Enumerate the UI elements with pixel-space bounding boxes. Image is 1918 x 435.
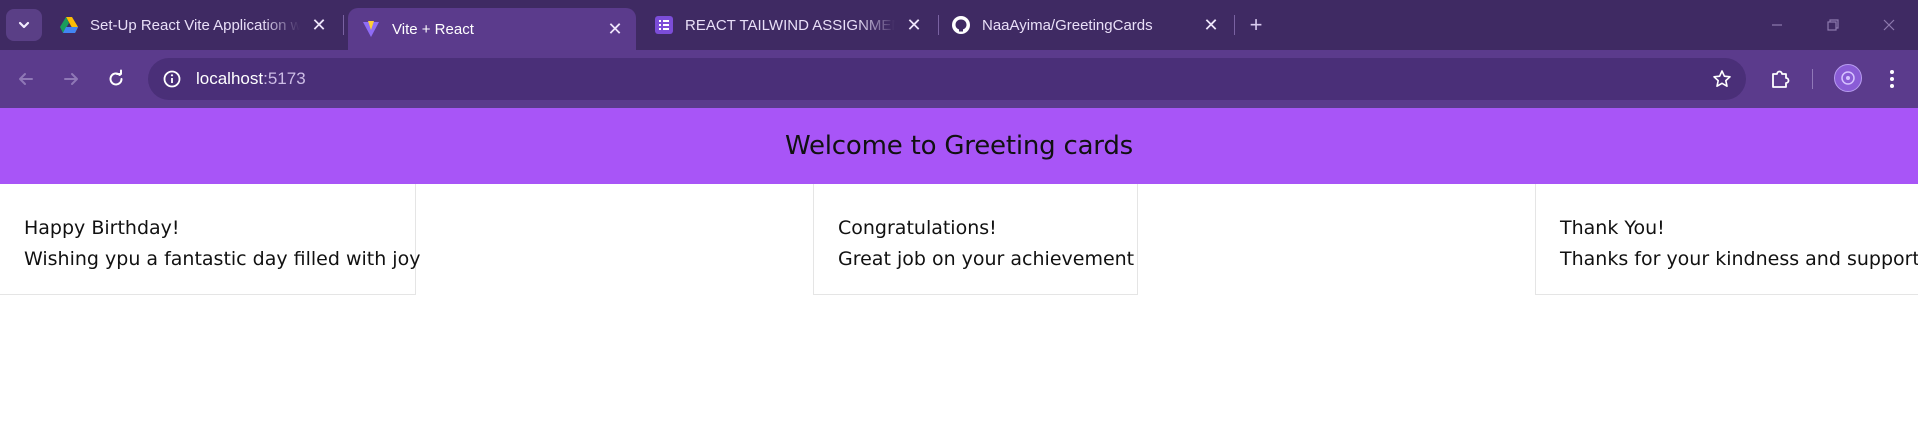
greeting-card-birthday: Happy Birthday! Wishing ypu a fantastic …: [0, 184, 421, 295]
back-arrow-icon: [19, 73, 33, 85]
extensions-button[interactable]: [1764, 63, 1796, 95]
toolbar-divider: [1812, 69, 1813, 89]
puzzle-piece-icon: [1772, 70, 1790, 88]
greeting-card-thank-you: Thank You! Thanks for your kindness and …: [1535, 184, 1918, 295]
tab-vite-react[interactable]: Vite + React ✕: [348, 8, 636, 50]
tab-react-tailwind-assignment[interactable]: REACT TAILWIND ASSIGNMENT ✕: [655, 8, 925, 42]
url-host: localhost: [196, 69, 264, 88]
tab-title: Vite + React: [392, 20, 474, 38]
card-message: Great job on your achievement: [838, 248, 1135, 270]
close-tab-icon[interactable]: ✕: [903, 14, 925, 36]
browser-menu-button[interactable]: [1876, 63, 1908, 95]
restore-button[interactable]: [1810, 10, 1856, 40]
profile-icon: [1841, 71, 1855, 85]
url-text[interactable]: localhost:5173: [196, 69, 306, 89]
close-tab-icon[interactable]: ✕: [1200, 14, 1222, 36]
star-icon: [1713, 70, 1731, 87]
vite-icon: [362, 20, 380, 38]
profile-avatar[interactable]: [1834, 64, 1862, 92]
forward-button[interactable]: [55, 63, 87, 95]
page-content: Welcome to Greeting cards Happy Birthday…: [0, 108, 1918, 435]
chevron-down-icon: [18, 21, 30, 29]
google-drive-icon: [60, 16, 78, 34]
card-title: Happy Birthday!: [24, 217, 180, 239]
close-window-icon: [1883, 19, 1895, 31]
browser-toolbar: localhost:5173: [0, 50, 1918, 108]
page-title: Welcome to Greeting cards: [785, 131, 1133, 161]
back-button[interactable]: [10, 63, 42, 95]
close-tab-icon[interactable]: ✕: [604, 18, 626, 40]
tab-setup-react-vite[interactable]: Set-Up React Vite Application w ✕: [60, 8, 330, 42]
address-bar[interactable]: localhost:5173: [148, 58, 1746, 100]
tab-divider: [938, 15, 939, 35]
new-tab-button[interactable]: +: [1244, 12, 1268, 37]
header-banner: Welcome to Greeting cards: [0, 108, 1918, 184]
minimize-button[interactable]: [1754, 10, 1800, 40]
greeting-card-congratulations: Congratulations! Great job on your achie…: [813, 184, 1138, 295]
site-info-button[interactable]: [156, 63, 188, 95]
tab-title: Set-Up React Vite Application w: [90, 16, 300, 34]
github-icon: [952, 16, 970, 34]
reload-icon: [109, 69, 123, 86]
google-forms-icon: [655, 16, 673, 34]
restore-icon: [1827, 19, 1839, 31]
card-title: Congratulations!: [838, 217, 997, 239]
close-window-button[interactable]: [1866, 10, 1912, 40]
card-title: Thank You!: [1560, 217, 1665, 239]
tab-title: REACT TAILWIND ASSIGNMENT: [685, 16, 895, 34]
tab-strip: Set-Up React Vite Application w ✕ Vite +…: [0, 0, 1918, 50]
more-vertical-icon: [1890, 70, 1894, 88]
card-message: Thanks for your kindness and support: [1560, 248, 1918, 270]
tab-divider: [1234, 15, 1235, 35]
bookmark-star-button[interactable]: [1710, 67, 1734, 91]
forward-arrow-icon: [64, 73, 78, 85]
info-icon: [163, 70, 181, 88]
tab-divider: [343, 15, 344, 35]
tab-title: NaaAyima/GreetingCards: [982, 16, 1153, 34]
reload-button[interactable]: [100, 63, 132, 95]
tab-github-greetingcards[interactable]: NaaAyima/GreetingCards ✕: [952, 8, 1222, 42]
url-port: :5173: [263, 69, 306, 88]
tab-search-button[interactable]: [6, 9, 42, 41]
card-message: Wishing ypu a fantastic day filled with …: [24, 248, 421, 270]
minimize-icon: [1772, 24, 1782, 26]
close-tab-icon[interactable]: ✕: [308, 14, 330, 36]
